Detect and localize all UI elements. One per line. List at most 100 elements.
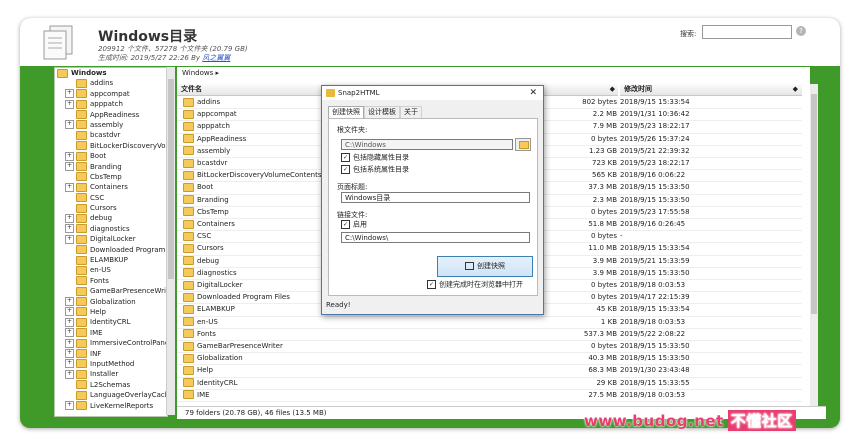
file-name-cell[interactable]: assembly: [183, 145, 230, 157]
file-name-cell[interactable]: debug: [183, 255, 219, 267]
expand-icon[interactable]: +: [65, 162, 74, 172]
file-name-cell[interactable]: IdentityCRL: [183, 377, 237, 389]
tree-item[interactable]: + Help: [55, 307, 167, 317]
expand-icon[interactable]: +: [65, 338, 74, 348]
tree-item[interactable]: + IME: [55, 328, 167, 338]
tree-item[interactable]: en-US: [55, 265, 167, 275]
file-name-cell[interactable]: CSC: [183, 230, 211, 242]
file-name-cell[interactable]: GameBarPresenceWriter: [183, 340, 283, 352]
tree-item[interactable]: + DigitalLocker: [55, 234, 167, 244]
include-system-checkbox[interactable]: ✓ 包括系统属性目录: [341, 165, 409, 175]
tree-item[interactable]: BitLockerDiscoveryVolu: [55, 141, 167, 151]
tree-item[interactable]: CbsTemp: [55, 172, 167, 182]
expand-icon[interactable]: +: [65, 182, 74, 192]
file-name-cell[interactable]: diagnostics: [183, 267, 237, 279]
expand-icon[interactable]: +: [65, 317, 74, 327]
file-name-cell[interactable]: DigitalLocker: [183, 279, 243, 291]
tree-item[interactable]: GameBarPresenceWrit: [55, 286, 167, 296]
enable-link-checkbox[interactable]: ✓ 启用: [341, 220, 367, 230]
expand-icon[interactable]: +: [65, 151, 74, 161]
expand-icon[interactable]: +: [65, 359, 74, 369]
expand-icon[interactable]: +: [65, 120, 74, 130]
table-row[interactable]: Globalization 40.3 MB 2018/9/15 15:33:50: [177, 352, 802, 366]
tree-item[interactable]: + debug: [55, 213, 167, 223]
file-name-cell[interactable]: AppReadiness: [183, 133, 246, 145]
file-name-cell[interactable]: CbsTemp: [183, 206, 229, 218]
expand-icon[interactable]: +: [65, 213, 74, 223]
tree-item[interactable]: + ImmersiveControlPane: [55, 338, 167, 348]
author-link[interactable]: 风之翼翼: [202, 54, 230, 62]
file-name-cell[interactable]: Branding: [183, 194, 229, 206]
tree-item[interactable]: + INF: [55, 349, 167, 359]
open-after-checkbox[interactable]: ✓ 创建完成时在浏览器中打开: [427, 280, 523, 290]
root-folder-field[interactable]: C:\Windows: [341, 139, 513, 150]
file-name-cell[interactable]: apppatch: [183, 120, 230, 132]
expand-icon[interactable]: +: [65, 369, 74, 379]
tree-item[interactable]: + Branding: [55, 162, 167, 172]
create-snapshot-button[interactable]: 创建快照: [437, 256, 533, 277]
tree-item[interactable]: ELAMBKUP: [55, 255, 167, 265]
tree-item[interactable]: + apppatch: [55, 99, 167, 109]
tree-item[interactable]: LanguageOverlayCach: [55, 390, 167, 400]
tree-scrollbar[interactable]: [166, 67, 175, 415]
file-name-cell[interactable]: Fonts: [183, 328, 216, 340]
tree-item[interactable]: + LiveKernelReports: [55, 401, 167, 411]
expand-icon[interactable]: +: [65, 89, 74, 99]
link-path-field[interactable]: C:\Windows\: [341, 232, 530, 243]
table-row[interactable]: en-US 1 KB 2018/9/18 0:03:53: [177, 316, 802, 329]
expand-icon[interactable]: +: [65, 234, 74, 244]
tree-item[interactable]: Cursors: [55, 203, 167, 213]
table-row[interactable]: Help 68.3 MB 2019/1/30 23:43:48: [177, 364, 802, 378]
expand-icon[interactable]: +: [65, 224, 74, 234]
tree-item[interactable]: + appcompat: [55, 89, 167, 99]
file-name-cell[interactable]: addins: [183, 96, 220, 108]
tree-item[interactable]: + diagnostics: [55, 224, 167, 234]
include-hidden-checkbox[interactable]: ✓ 包括隐藏属性目录: [341, 153, 409, 163]
tree-scroll-thumb[interactable]: [168, 79, 174, 279]
help-icon[interactable]: ?: [796, 26, 806, 36]
tree-root[interactable]: Windows: [55, 68, 167, 78]
expand-icon[interactable]: +: [65, 297, 74, 307]
column-header-date[interactable]: 修改时间 ◆: [620, 84, 802, 96]
page-title-field[interactable]: Windows目录: [341, 192, 530, 203]
table-row[interactable]: IdentityCRL 29 KB 2018/9/15 15:33:55: [177, 377, 802, 390]
file-name-cell[interactable]: en-US: [183, 316, 218, 328]
file-name-cell[interactable]: Boot: [183, 181, 213, 193]
list-scrollbar[interactable]: [810, 84, 818, 406]
tree-item[interactable]: + Containers: [55, 182, 167, 192]
file-name-cell[interactable]: IME: [183, 389, 210, 401]
tree-item[interactable]: + Boot: [55, 151, 167, 161]
expand-icon[interactable]: +: [65, 401, 74, 410]
tree-item[interactable]: Downloaded Program I: [55, 245, 167, 255]
expand-icon[interactable]: +: [65, 99, 74, 109]
file-name-cell[interactable]: bcastdvr: [183, 157, 227, 169]
file-name-cell[interactable]: Containers: [183, 218, 235, 230]
tree-item[interactable]: addins: [55, 78, 167, 88]
file-name-cell[interactable]: Globalization: [183, 352, 243, 364]
tree-item[interactable]: + Globalization: [55, 297, 167, 307]
tab-template[interactable]: 设计模板: [364, 106, 400, 118]
tab-create[interactable]: 创建快照: [328, 106, 364, 118]
tree-item[interactable]: + Installer: [55, 369, 167, 379]
browse-folder-button[interactable]: [515, 138, 531, 151]
tree-item[interactable]: + IdentityCRL: [55, 317, 167, 327]
tree-item[interactable]: AppReadiness: [55, 110, 167, 120]
tree-item[interactable]: + assembly: [55, 120, 167, 130]
tab-about[interactable]: 关于: [400, 106, 422, 118]
file-name-cell[interactable]: BitLockerDiscoveryVolumeContents: [183, 169, 322, 181]
table-row[interactable]: IME 27.5 MB 2018/9/18 0:03:53: [177, 389, 802, 402]
close-icon[interactable]: ✕: [529, 86, 537, 100]
search-input[interactable]: [702, 25, 792, 39]
file-name-cell[interactable]: ELAMBKUP: [183, 303, 235, 315]
file-name-cell[interactable]: Help: [183, 364, 213, 376]
tree-item[interactable]: + InputMethod: [55, 359, 167, 369]
file-name-cell[interactable]: appcompat: [183, 108, 237, 120]
tree-item[interactable]: Fonts: [55, 276, 167, 286]
expand-icon[interactable]: +: [65, 307, 74, 317]
file-name-cell[interactable]: Cursors: [183, 242, 224, 254]
breadcrumb[interactable]: Windows ▸: [182, 69, 219, 77]
file-name-cell[interactable]: Downloaded Program Files: [183, 291, 290, 303]
tree-item[interactable]: L2Schemas: [55, 380, 167, 390]
table-row[interactable]: Fonts 537.3 MB 2019/5/22 2:08:22: [177, 328, 802, 341]
tree-item[interactable]: bcastdvr: [55, 130, 167, 140]
